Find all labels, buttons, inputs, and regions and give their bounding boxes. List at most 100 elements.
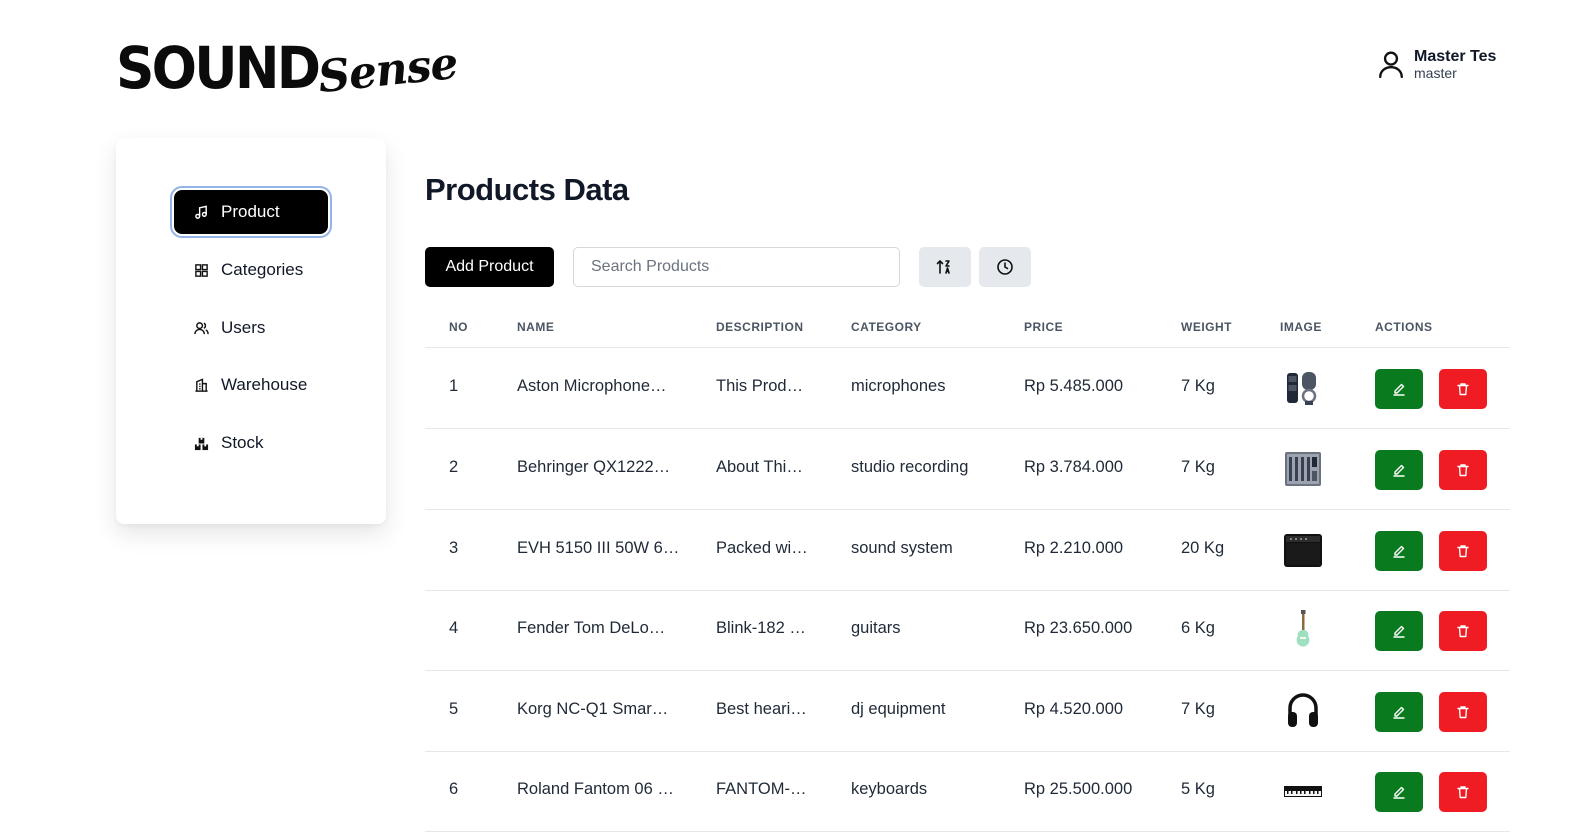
sidebar-item-users[interactable]: Users: [174, 306, 328, 350]
page-title: Products Data: [425, 172, 629, 207]
edit-button[interactable]: [1375, 369, 1423, 409]
trash-icon: [1457, 464, 1469, 477]
cell-price: Rp 25.500.000: [1024, 780, 1133, 798]
cell-name: Aston Microphone…: [517, 377, 667, 395]
delete-button[interactable]: [1439, 369, 1487, 409]
edit-button[interactable]: [1375, 450, 1423, 490]
cell-price: Rp 5.485.000: [1024, 377, 1124, 395]
cell-weight: 7 Kg: [1181, 700, 1215, 718]
logo-word-sound: SOUND: [116, 34, 321, 102]
cell-price: Rp 4.520.000: [1024, 700, 1124, 718]
cell-description: About Thi…: [716, 458, 803, 476]
grid-icon: [195, 263, 208, 277]
pencil-icon: [1393, 464, 1405, 477]
pencil-icon: [1393, 706, 1405, 719]
trash-icon: [1457, 786, 1469, 799]
sidebar-item-stock[interactable]: Stock: [174, 421, 328, 465]
cell-description: This Prod…: [716, 377, 804, 395]
table-row: 2 Behringer QX1222… About Thi… studio re…: [425, 429, 1510, 510]
warehouse-icon: [195, 377, 208, 392]
cell-name: Behringer QX1222…: [517, 458, 671, 476]
delete-button[interactable]: [1439, 772, 1487, 812]
trash-icon: [1457, 706, 1469, 719]
users-icon: [194, 321, 209, 334]
cell-price: Rp 3.784.000: [1024, 458, 1124, 476]
cell-category: sound system: [851, 539, 953, 557]
column-header-image: IMAGE: [1280, 320, 1322, 334]
cell-category: microphones: [851, 377, 946, 395]
sidebar-item-categories[interactable]: Categories: [174, 248, 328, 292]
history-button[interactable]: [979, 247, 1031, 287]
table-row: 6 Roland Fantom 06 … FANTOM-… keyboards …: [425, 751, 1510, 832]
delete-button[interactable]: [1439, 450, 1487, 490]
cell-name: Fender Tom DeLo…: [517, 619, 666, 637]
table-row: 5 Korg NC-Q1 Smar… Best heari… dj equipm…: [425, 671, 1510, 752]
column-header-price: PRICE: [1024, 320, 1064, 334]
music-note-icon: [195, 205, 207, 219]
column-header-actions: ACTIONS: [1375, 320, 1433, 334]
cell-description: FANTOM-…: [716, 780, 807, 798]
product-image-mixer: [1283, 449, 1323, 489]
cell-category: dj equipment: [851, 700, 946, 718]
brand-logo[interactable]: SOUND Sense: [116, 34, 460, 103]
cell-category: keyboards: [851, 780, 928, 798]
edit-button[interactable]: [1375, 692, 1423, 732]
product-image-guitar: [1283, 610, 1323, 650]
search-input[interactable]: [573, 247, 900, 287]
column-header-category: CATEGORY: [851, 320, 922, 334]
cell-name: Korg NC-Q1 Smar…: [517, 700, 669, 718]
sidebar: Product Categories Users Warehouse Stock: [116, 138, 386, 524]
cell-name: EVH 5150 III 50W 6…: [517, 539, 680, 557]
user-menu[interactable]: Master Tes master: [1378, 48, 1496, 80]
cell-name: Roland Fantom 06 …: [517, 780, 674, 798]
pencil-icon: [1393, 625, 1405, 638]
sidebar-item-label: Stock: [221, 433, 264, 452]
table-row: 4 Fender Tom DeLo… Blink-182 … guitars R…: [425, 590, 1510, 671]
table-row: 1 Aston Microphone… This Prod… microphon…: [425, 348, 1510, 429]
product-image-amplifier: [1283, 530, 1323, 570]
cell-no: 5: [449, 700, 459, 718]
pencil-icon: [1393, 383, 1405, 396]
column-header-no: NO: [449, 320, 468, 334]
pencil-icon: [1393, 786, 1405, 799]
delete-button[interactable]: [1439, 692, 1487, 732]
cell-weight: 7 Kg: [1181, 377, 1215, 395]
cell-weight: 6 Kg: [1181, 619, 1215, 637]
sidebar-item-warehouse[interactable]: Warehouse: [174, 363, 328, 407]
column-header-weight: WEIGHT: [1181, 320, 1232, 334]
cell-weight: 20 Kg: [1181, 539, 1225, 557]
cell-no: 1: [449, 377, 459, 395]
add-product-button[interactable]: Add Product: [425, 247, 554, 287]
trash-icon: [1457, 383, 1469, 396]
pencil-icon: [1393, 545, 1405, 558]
delete-button[interactable]: [1439, 611, 1487, 651]
column-header-name: NAME: [517, 320, 555, 334]
trash-icon: [1457, 625, 1469, 638]
product-image-headphones: [1283, 691, 1323, 731]
sidebar-item-label: Users: [221, 318, 266, 337]
cell-category: guitars: [851, 619, 901, 637]
cell-price: Rp 23.650.000: [1024, 619, 1133, 637]
user-name: Master Tes: [1414, 48, 1497, 65]
cell-no: 3: [449, 539, 459, 557]
cell-no: 4: [449, 619, 459, 637]
sidebar-item-label: Warehouse: [221, 375, 308, 394]
delete-button[interactable]: [1439, 531, 1487, 571]
table-header: NO NAME DESCRIPTION CATEGORY PRICE WEIGH…: [425, 306, 1510, 348]
sidebar-item-product[interactable]: Product: [174, 190, 328, 234]
user-role: master: [1414, 65, 1457, 81]
cell-no: 6: [449, 780, 459, 798]
sidebar-item-label: Categories: [221, 260, 304, 279]
product-image-microphone: [1283, 368, 1323, 408]
edit-button[interactable]: [1375, 611, 1423, 651]
cell-description: Best heari…: [716, 700, 807, 718]
table-row: 3 EVH 5150 III 50W 6… Packed wi… sound s…: [425, 510, 1510, 591]
logo-word-sense: Sense: [315, 37, 460, 104]
cell-no: 2: [449, 458, 459, 476]
edit-button[interactable]: [1375, 772, 1423, 812]
cell-weight: 7 Kg: [1181, 458, 1215, 476]
sort-button[interactable]: [919, 247, 971, 287]
sort-icon: [936, 260, 950, 274]
edit-button[interactable]: [1375, 531, 1423, 571]
column-header-description: DESCRIPTION: [716, 320, 804, 334]
